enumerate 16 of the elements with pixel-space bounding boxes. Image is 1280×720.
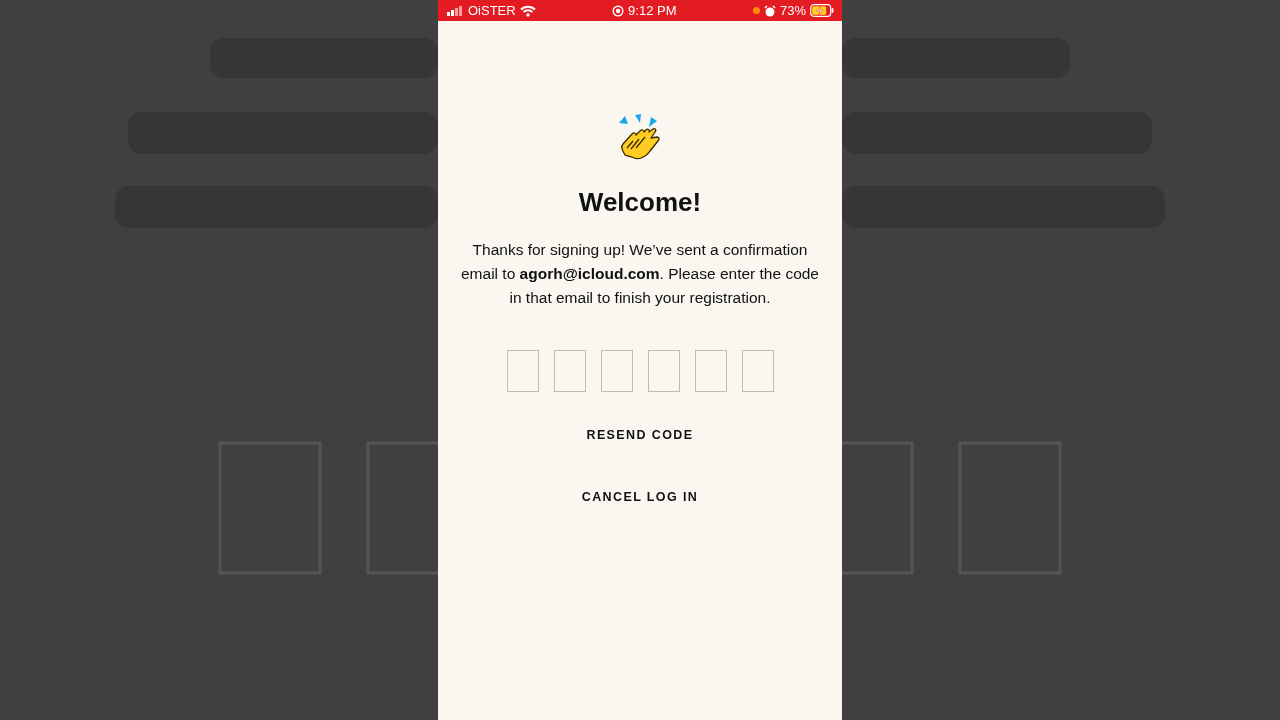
battery-percent: 73% [779, 3, 806, 18]
carrier-name: OiSTER [468, 3, 516, 18]
code-digit-field[interactable] [741, 350, 774, 392]
confirmation-message: Thanks for signing up! We’ve sent a confirmation email to agorh@icloud.com. Please enter the code in that email to finish your registration. [460, 240, 820, 308]
welcome-title: Welcome! [578, 187, 702, 218]
signal-icon [446, 5, 464, 16]
cancel-log-in-button[interactable]: CANCEL LOG IN [575, 486, 705, 508]
code-digit-field[interactable] [694, 350, 727, 392]
code-digit-field[interactable] [506, 350, 539, 392]
alarm-icon [763, 4, 776, 17]
code-digit-field[interactable] [600, 350, 633, 392]
resend-code-button[interactable]: RESEND CODE [580, 424, 700, 446]
wifi-icon [519, 4, 536, 17]
code-digit-field[interactable] [647, 350, 680, 392]
clock-time: 9:12 PM [628, 3, 677, 18]
code-digit-field[interactable] [553, 350, 586, 392]
